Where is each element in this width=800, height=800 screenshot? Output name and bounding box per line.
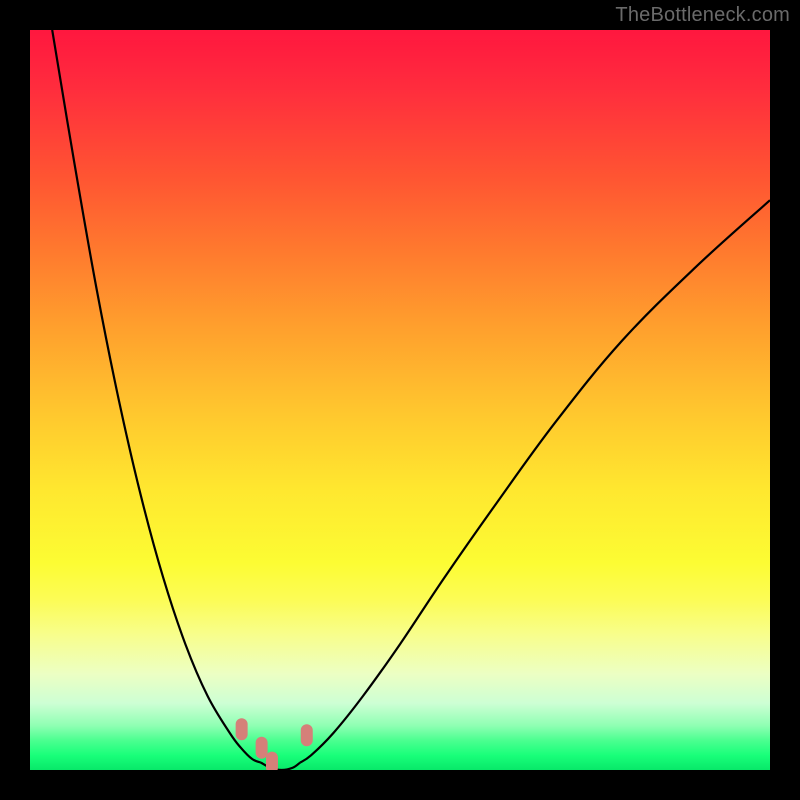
curve-left-branch [52,30,261,763]
marker-left-lower [256,737,268,759]
plot-area [30,30,770,770]
marker-right-lower [301,724,313,746]
chart-svg [30,30,770,770]
marker-valley-left [266,752,278,770]
watermark-text: TheBottleneck.com [615,4,790,27]
curve-right-branch [300,200,770,762]
chart-frame: TheBottleneck.com [0,0,800,800]
marker-left-upper [236,718,248,740]
